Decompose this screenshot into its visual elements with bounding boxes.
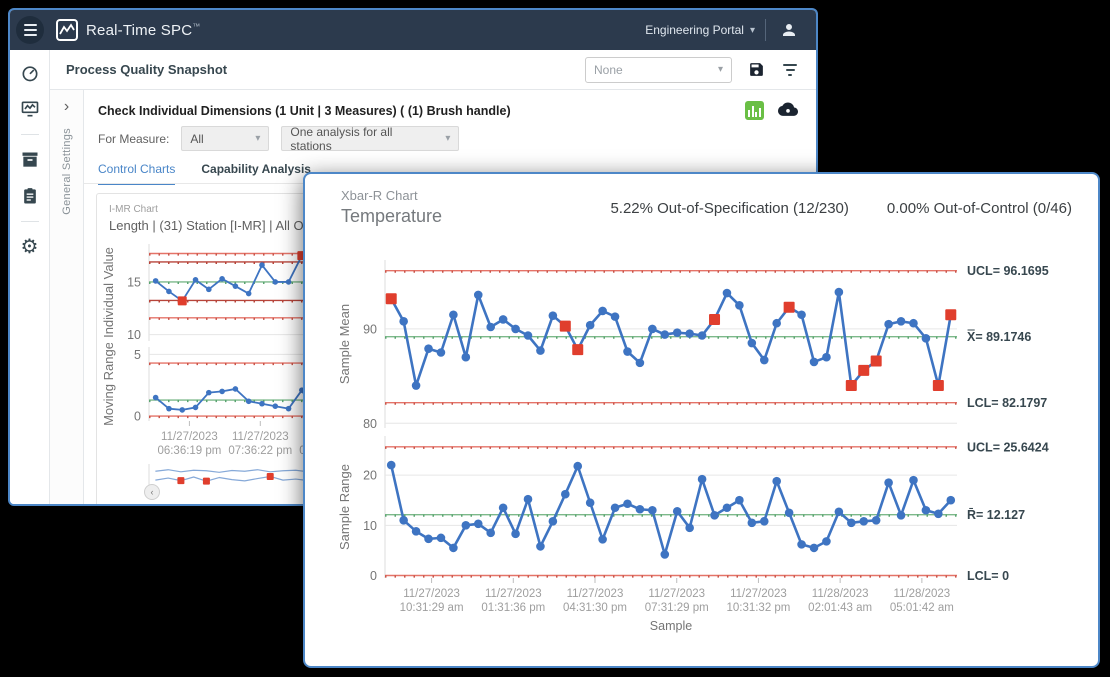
preset-dropdown[interactable]: None ▾ xyxy=(585,57,732,83)
out-of-spec-stat: 5.22% Out-of-Specification (12/230) xyxy=(610,200,848,217)
svg-text:10: 10 xyxy=(363,519,377,533)
svg-text:01:31:36 pm: 01:31:36 pm xyxy=(481,602,545,614)
out-of-control-stat: 0.00% Out-of-Control (0/46) xyxy=(887,200,1072,217)
filter-button[interactable] xyxy=(780,60,800,80)
portal-label: Engineering Portal xyxy=(645,23,744,37)
svg-text:02:01:43 am: 02:01:43 am xyxy=(808,602,872,614)
svg-text:Individual Value: Individual Value xyxy=(101,247,116,338)
rail-divider xyxy=(21,221,39,222)
top-navbar: Real-Time SPC™ Engineering Portal ▾ xyxy=(10,10,816,50)
navigator-handle[interactable]: ‹ xyxy=(144,484,160,500)
user-account-icon[interactable] xyxy=(776,17,802,43)
svg-text:Sample Range: Sample Range xyxy=(337,464,352,550)
analysis-tabs: Control Charts Capability Analysis xyxy=(98,162,311,185)
svg-text:Sample Mean: Sample Mean xyxy=(337,304,352,384)
imr-chart-type-label: I-MR Chart xyxy=(109,204,158,215)
xbar-chart-type-label: Xbar-R Chart xyxy=(341,188,442,203)
svg-text:20: 20 xyxy=(363,469,377,483)
navbar-divider xyxy=(765,19,766,41)
dashboard-gauge-icon[interactable] xyxy=(19,62,41,84)
left-icon-rail: ⚙ xyxy=(10,50,50,504)
tab-control-charts[interactable]: Control Charts xyxy=(98,162,175,185)
svg-text:11/27/2023: 11/27/2023 xyxy=(648,588,705,600)
chevron-down-icon: ▾ xyxy=(718,64,723,75)
svg-text:10:31:29 am: 10:31:29 am xyxy=(400,602,464,614)
svg-text:06:36:19 pm: 06:36:19 pm xyxy=(157,445,221,457)
rail-divider xyxy=(21,134,39,135)
clipboard-icon[interactable] xyxy=(19,185,41,207)
measure-dropdown[interactable]: All ▾ xyxy=(181,126,269,151)
svg-text:Moving Range: Moving Range xyxy=(101,343,116,426)
general-settings-collapsed-panel: › General Settings xyxy=(50,90,84,504)
svg-text:UCL= 96.1695: UCL= 96.1695 xyxy=(967,264,1049,278)
portal-selector[interactable]: Engineering Portal ▾ xyxy=(645,23,755,37)
svg-text:Sample: Sample xyxy=(650,619,692,633)
svg-text:X̿= 89.1746: X̿= 89.1746 xyxy=(967,329,1031,344)
page-title: Process Quality Snapshot xyxy=(66,62,227,77)
svg-text:11/27/2023: 11/27/2023 xyxy=(161,431,218,443)
svg-text:15: 15 xyxy=(127,275,141,289)
measure-controls: For Measure: All ▾ One analysis for all … xyxy=(98,126,459,151)
svg-text:0: 0 xyxy=(370,569,377,583)
for-measure-label: For Measure: xyxy=(98,132,169,146)
measure-dropdown-value: All xyxy=(190,132,245,146)
svg-text:0: 0 xyxy=(134,410,141,424)
svg-text:05:01:42 am: 05:01:42 am xyxy=(890,602,954,614)
expand-panel-chevron-icon[interactable]: › xyxy=(64,100,69,114)
svg-text:11/27/2023: 11/27/2023 xyxy=(567,588,624,600)
archive-box-icon[interactable] xyxy=(19,149,41,171)
svg-text:R̄= 12.127: R̄= 12.127 xyxy=(967,508,1025,522)
cloud-download-button[interactable] xyxy=(778,100,798,120)
chevron-down-icon: ▾ xyxy=(750,25,755,36)
preset-dropdown-value: None xyxy=(594,63,718,77)
station-analysis-dropdown[interactable]: One analysis for all stations ▾ xyxy=(281,126,459,151)
svg-text:10: 10 xyxy=(127,328,141,342)
svg-text:11/28/2023: 11/28/2023 xyxy=(812,588,869,600)
svg-text:90: 90 xyxy=(363,322,377,336)
sample-range-chart: 20 10 0 UCL= 25.6424 R̄= 12.127 LCL= 0 11/27/2… xyxy=(317,430,1087,642)
svg-text:07:36:22 pm: 07:36:22 pm xyxy=(228,445,292,457)
app-logo-icon xyxy=(56,19,78,41)
svg-text:11/28/2023: 11/28/2023 xyxy=(894,588,951,600)
svg-text:5: 5 xyxy=(134,348,141,362)
analysis-title: Check Individual Dimensions (1 Unit | 3 … xyxy=(98,104,511,118)
svg-text:11/27/2023: 11/27/2023 xyxy=(485,588,542,600)
chevron-down-icon: ▾ xyxy=(445,133,450,144)
save-button[interactable] xyxy=(746,60,766,80)
svg-text:11/27/2023: 11/27/2023 xyxy=(232,431,289,443)
chevron-down-icon: ▾ xyxy=(255,133,260,144)
svg-text:04:31:30 pm: 04:31:30 pm xyxy=(563,602,627,614)
svg-text:LCL= 0: LCL= 0 xyxy=(967,569,1009,583)
monitor-chart-icon[interactable] xyxy=(19,98,41,120)
app-title: Real-Time SPC™ xyxy=(86,22,200,39)
svg-text:11/27/2023: 11/27/2023 xyxy=(403,588,460,600)
svg-text:07:31:29 pm: 07:31:29 pm xyxy=(645,602,709,614)
chart-view-button[interactable] xyxy=(745,101,764,120)
svg-text:80: 80 xyxy=(363,417,377,431)
svg-text:LCL= 82.1797: LCL= 82.1797 xyxy=(967,396,1047,410)
station-dropdown-value: One analysis for all stations xyxy=(290,125,435,153)
sample-mean-chart: 90 80 UCL= 96.1695 X̿= 89.1746 LCL= 82.1797 S… xyxy=(317,250,1087,432)
trademark: ™ xyxy=(192,22,200,31)
xbar-r-chart-window: Xbar-R Chart Temperature 5.22% Out-of-Sp… xyxy=(303,172,1100,668)
svg-text:11/27/2023: 11/27/2023 xyxy=(730,588,787,600)
svg-text:UCL= 25.6424: UCL= 25.6424 xyxy=(967,440,1049,454)
settings-gear-icon[interactable]: ⚙ xyxy=(19,236,41,258)
page-header: Process Quality Snapshot None ▾ xyxy=(50,50,816,90)
hamburger-menu-icon[interactable] xyxy=(16,16,44,44)
tab-capability-analysis[interactable]: Capability Analysis xyxy=(201,162,311,185)
general-settings-label: General Settings xyxy=(61,128,73,215)
xbar-chart-title: Temperature xyxy=(341,206,442,227)
svg-text:10:31:32 pm: 10:31:32 pm xyxy=(726,602,790,614)
